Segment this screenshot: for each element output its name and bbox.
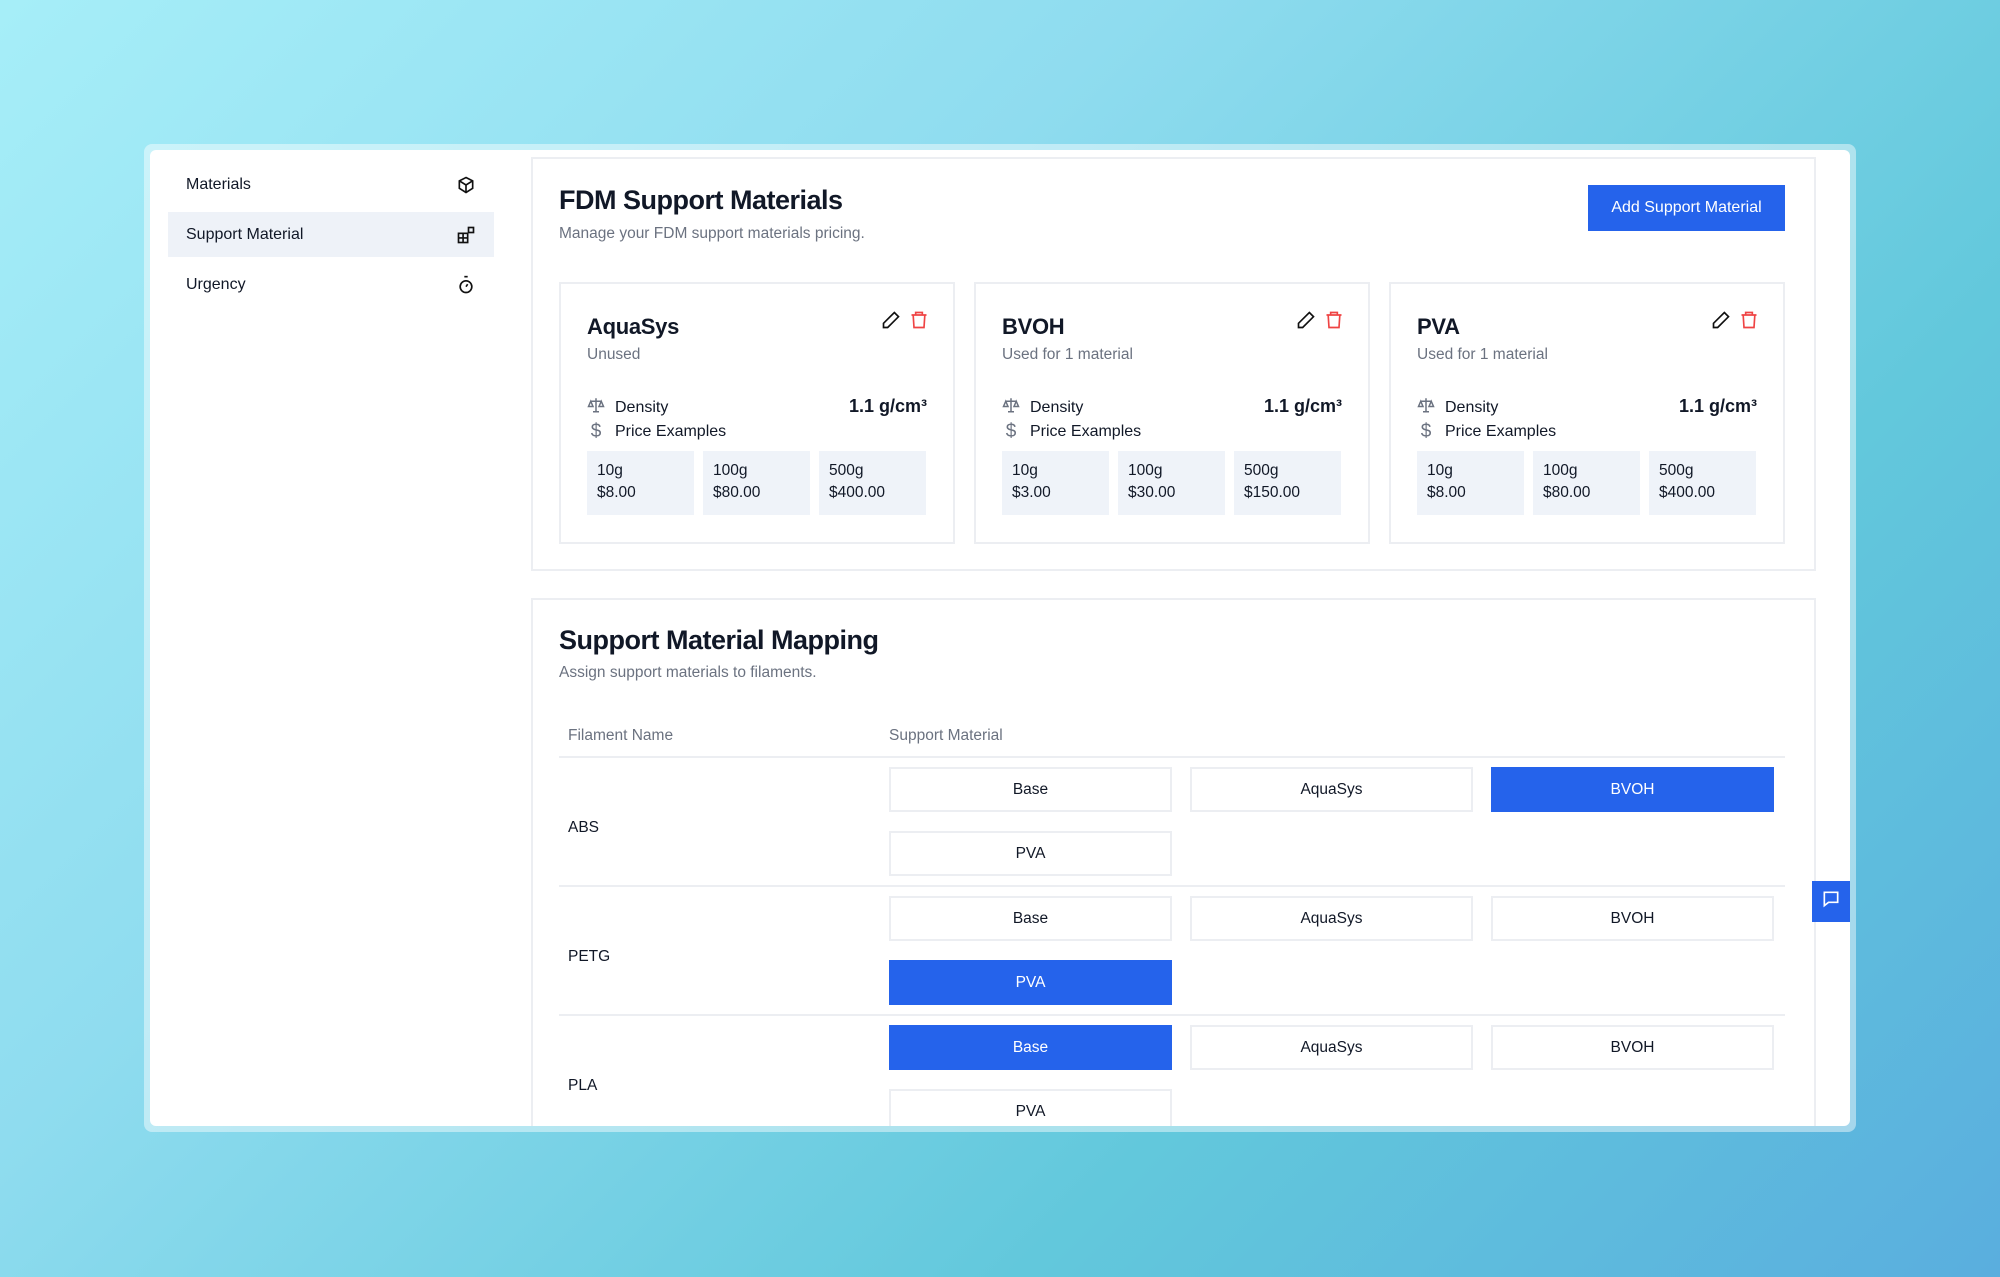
app-window: Materials Support Material Urgency FDM Sup… — [150, 150, 1850, 1126]
card-name: BVOH — [1002, 314, 1065, 339]
mapping-title: Support Material Mapping — [559, 625, 879, 655]
price-examples-label: Price Examples — [1445, 423, 1557, 440]
price-value: $30.00 — [1128, 484, 1176, 501]
support-option-base[interactable]: Base — [889, 896, 1172, 941]
support-option-aquasys[interactable]: AquaSys — [1190, 1025, 1473, 1070]
support-option-bvoh[interactable]: BVOH — [1491, 1025, 1774, 1070]
price-example: 10g $8.00 — [1417, 451, 1524, 515]
page-title: FDM Support Materials — [559, 185, 843, 215]
card-usage: Unused — [587, 346, 641, 363]
price-weight: 500g — [1659, 462, 1694, 479]
density-value: 1.1 g/cm³ — [1263, 396, 1342, 416]
shapes-icon — [456, 225, 476, 245]
scale-icon — [1002, 396, 1020, 419]
pencil-icon[interactable] — [881, 310, 901, 335]
price-weight: 10g — [597, 462, 623, 479]
support-option-pva[interactable]: PVA — [889, 831, 1172, 876]
price-weight: 100g — [1543, 462, 1578, 479]
price-weight: 100g — [1128, 462, 1163, 479]
sidebar-item-label: Materials — [186, 175, 251, 193]
support-option-pva[interactable]: PVA — [889, 1089, 1172, 1126]
header-divider — [559, 756, 1785, 758]
price-value: $8.00 — [597, 484, 636, 501]
dollar-icon: $ — [1005, 421, 1017, 442]
support-materials-panel: FDM Support Materials Manage your FDM su… — [531, 157, 1816, 571]
sidebar-item-urgency[interactable]: Urgency — [168, 262, 494, 307]
support-material-card: PVA Used for 1 material Density 1.1 g/cm… — [1389, 282, 1785, 544]
price-example: 100g $80.00 — [1533, 451, 1640, 515]
price-example: 10g $3.00 — [1002, 451, 1109, 515]
sidebar-item-support-material[interactable]: Support Material — [168, 212, 494, 257]
price-example: 100g $80.00 — [703, 451, 810, 515]
price-value: $8.00 — [1427, 484, 1466, 501]
support-option-base[interactable]: Base — [889, 1025, 1172, 1070]
row-divider — [559, 885, 1785, 887]
price-example: 500g $400.00 — [819, 451, 926, 515]
density-value: 1.1 g/cm³ — [1678, 396, 1757, 416]
density-label: Density — [1445, 398, 1499, 416]
sidebar-item-label: Urgency — [186, 275, 246, 293]
chat-button[interactable] — [1812, 881, 1850, 922]
chat-icon — [1821, 889, 1841, 914]
column-header-filament: Filament Name — [568, 727, 674, 744]
dollar-icon: $ — [590, 421, 602, 442]
support-option-base[interactable]: Base — [889, 767, 1172, 812]
price-weight: 10g — [1427, 462, 1453, 479]
price-weight: 500g — [829, 462, 864, 479]
price-weight: 100g — [713, 462, 748, 479]
density-label: Density — [615, 398, 669, 416]
scale-icon — [1417, 396, 1435, 419]
row-divider — [559, 1014, 1785, 1016]
cube-icon — [456, 175, 476, 195]
sidebar-item-label: Support Material — [186, 225, 304, 243]
price-value: $150.00 — [1244, 484, 1301, 501]
price-value: $80.00 — [713, 484, 761, 501]
timer-icon — [456, 275, 476, 295]
add-support-material-button[interactable]: Add Support Material — [1588, 185, 1785, 231]
price-example: 500g $150.00 — [1234, 451, 1341, 515]
pencil-icon[interactable] — [1296, 310, 1316, 335]
price-example: 100g $30.00 — [1118, 451, 1225, 515]
density-label: Density — [1030, 398, 1084, 416]
price-value: $400.00 — [1659, 484, 1716, 501]
density-value: 1.1 g/cm³ — [848, 396, 927, 416]
column-header-support: Support Material — [889, 727, 1003, 744]
trash-icon[interactable] — [1324, 310, 1344, 335]
price-example: 500g $400.00 — [1649, 451, 1756, 515]
card-name: AquaSys — [587, 314, 680, 339]
filament-name: PETG — [568, 948, 611, 965]
price-value: $3.00 — [1012, 484, 1051, 501]
trash-icon[interactable] — [909, 310, 929, 335]
mapping-subtitle: Assign support materials to filaments. — [559, 664, 817, 681]
support-material-card: AquaSys Unused Density 1.1 g/cm³ $ Price … — [559, 282, 955, 544]
price-examples-label: Price Examples — [615, 423, 727, 440]
filament-name: ABS — [568, 819, 600, 836]
support-option-aquasys[interactable]: AquaSys — [1190, 896, 1473, 941]
support-option-bvoh[interactable]: BVOH — [1491, 896, 1774, 941]
pencil-icon[interactable] — [1711, 310, 1731, 335]
card-usage: Used for 1 material — [1417, 346, 1548, 363]
sidebar-item-materials[interactable]: Materials — [168, 162, 494, 207]
price-weight: 500g — [1244, 462, 1279, 479]
support-material-card: BVOH Used for 1 material Density 1.1 g/c… — [974, 282, 1370, 544]
support-option-aquasys[interactable]: AquaSys — [1190, 767, 1473, 812]
support-mapping-panel: Support Material Mapping Assign support … — [531, 598, 1816, 1126]
support-option-bvoh[interactable]: BVOH — [1491, 767, 1774, 812]
price-weight: 10g — [1012, 462, 1038, 479]
dollar-icon: $ — [1420, 421, 1432, 442]
card-name: PVA — [1417, 314, 1460, 339]
trash-icon[interactable] — [1739, 310, 1759, 335]
price-example: 10g $8.00 — [587, 451, 694, 515]
filament-name: PLA — [568, 1077, 598, 1094]
price-examples-label: Price Examples — [1030, 423, 1142, 440]
price-value: $80.00 — [1543, 484, 1591, 501]
support-option-pva[interactable]: PVA — [889, 960, 1172, 1005]
price-value: $400.00 — [829, 484, 886, 501]
card-usage: Used for 1 material — [1002, 346, 1133, 363]
page-subtitle: Manage your FDM support materials pricin… — [559, 225, 865, 242]
scale-icon — [587, 396, 605, 419]
